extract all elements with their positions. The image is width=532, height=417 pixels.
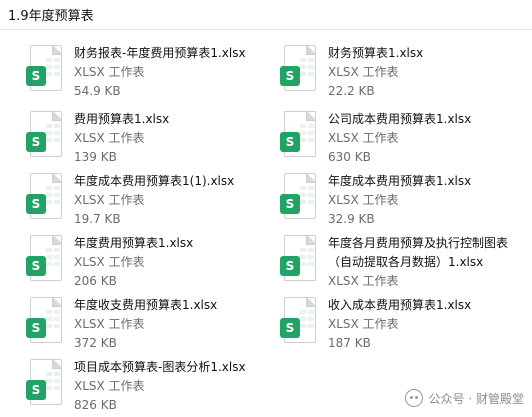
file-size: 32.9 KB (328, 212, 375, 226)
file-name: 年度成本费用预算表1.xlsx (328, 174, 472, 188)
file-name: 年度费用预算表1.xlsx (74, 236, 194, 250)
file-item[interactable]: S 收入成本费用预算表1.xlsx XLSX 工作表 187 KB (280, 296, 520, 354)
file-name: 年度各月费用预算及执行控制图表 (328, 236, 509, 250)
file-name: 年度成本费用预算表1(1).xlsx (74, 174, 235, 188)
file-type: XLSX 工作表 (74, 193, 145, 207)
xlsx-file-icon: S (26, 110, 66, 162)
file-size: 630 KB (328, 150, 371, 164)
file-name: 年度收支费用预算表1.xlsx (74, 298, 218, 312)
xlsx-file-icon: S (280, 172, 320, 224)
folder-title-text: 1.9年度预算表 (8, 9, 94, 24)
file-size: 19.7 KB (74, 212, 121, 226)
xlsx-file-icon: S (280, 44, 320, 96)
file-type: XLSX 工作表 (328, 65, 399, 79)
file-type: XLSX 工作表 (328, 274, 399, 288)
file-item[interactable]: S 公司成本费用预算表1.xlsx XLSX 工作表 630 KB (280, 110, 520, 168)
file-item[interactable]: S 年度费用预算表1.xlsx XLSX 工作表 206 KB (26, 234, 266, 292)
file-name: 公司成本费用预算表1.xlsx (328, 112, 472, 126)
file-item[interactable]: S 年度成本费用预算表1(1).xlsx XLSX 工作表 19.7 KB (26, 172, 266, 230)
xlsx-file-icon: S (26, 234, 66, 286)
watermark: 公众号 · 财管殿堂 (404, 389, 524, 407)
file-item[interactable]: S 项目成本预算表-图表分析1.xlsx XLSX 工作表 826 KB (26, 358, 266, 416)
file-item[interactable]: S 费用预算表1.xlsx XLSX 工作表 139 KB (26, 110, 266, 168)
watermark-text: 公众号 · 财管殿堂 (428, 391, 524, 406)
file-item[interactable]: S 年度各月费用预算及执行控制图表 （自动提取各月数据）1.xlsx XLSX … (280, 234, 520, 292)
file-type: XLSX 工作表 (328, 193, 399, 207)
file-size: 54.9 KB (74, 84, 121, 98)
xlsx-file-icon: S (26, 358, 66, 410)
xlsx-file-icon: S (280, 296, 320, 348)
file-size: 206 KB (74, 274, 117, 288)
xlsx-file-icon: S (280, 110, 320, 162)
wechat-icon (404, 389, 423, 407)
file-name: 财务预算表1.xlsx (328, 46, 424, 60)
file-item[interactable]: S 年度成本费用预算表1.xlsx XLSX 工作表 32.9 KB (280, 172, 520, 230)
file-name: 项目成本预算表-图表分析1.xlsx (74, 360, 246, 374)
file-size: 826 KB (74, 398, 117, 412)
file-name: 费用预算表1.xlsx (74, 112, 170, 126)
file-size: 22.2 KB (328, 84, 375, 98)
file-type: XLSX 工作表 (74, 131, 145, 145)
file-item[interactable]: S 财务报表-年度费用预算表1.xlsx XLSX 工作表 54.9 KB (26, 44, 266, 102)
folder-title: 1.9年度预算表 (0, 0, 532, 30)
file-size: 139 KB (74, 150, 117, 164)
file-size: 372 KB (74, 336, 117, 350)
xlsx-file-icon: S (26, 172, 66, 224)
file-item[interactable]: S 年度收支费用预算表1.xlsx XLSX 工作表 372 KB (26, 296, 266, 354)
file-type: XLSX 工作表 (74, 255, 145, 269)
file-size: 187 KB (328, 336, 371, 350)
file-type: XLSX 工作表 (74, 379, 145, 393)
file-type: XLSX 工作表 (328, 317, 399, 331)
xlsx-file-icon: S (26, 44, 66, 96)
file-type: XLSX 工作表 (74, 65, 145, 79)
xlsx-file-icon: S (280, 234, 320, 286)
file-type: XLSX 工作表 (74, 317, 145, 331)
file-name: 收入成本费用预算表1.xlsx (328, 298, 472, 312)
file-name-line2: （自动提取各月数据）1.xlsx (328, 255, 484, 269)
file-item[interactable]: S 财务预算表1.xlsx XLSX 工作表 22.2 KB (280, 44, 520, 102)
file-type: XLSX 工作表 (328, 131, 399, 145)
file-name: 财务报表-年度费用预算表1.xlsx (74, 46, 246, 60)
xlsx-file-icon: S (26, 296, 66, 348)
